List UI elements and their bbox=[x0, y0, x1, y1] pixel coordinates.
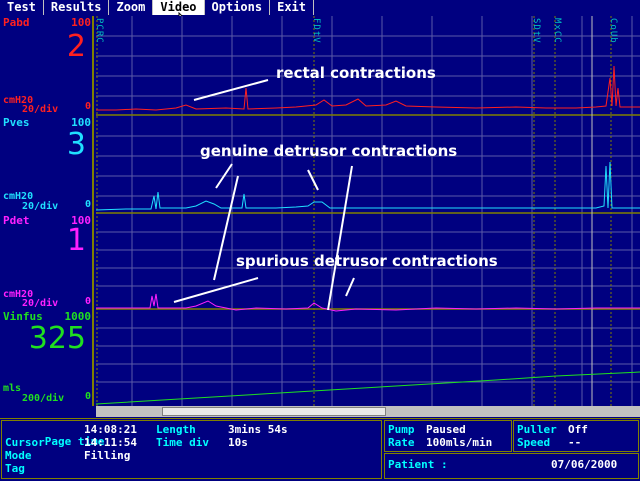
speed-value: -- bbox=[568, 436, 582, 449]
channel-scale: 200/div bbox=[22, 393, 65, 404]
channel-name: Pdet bbox=[3, 214, 30, 227]
patient-label: Patient : bbox=[388, 458, 448, 471]
length-value: 3mins 54s bbox=[228, 423, 288, 436]
event-label: FDtV bbox=[311, 18, 321, 44]
pump-label: Pump bbox=[388, 423, 415, 436]
event-label: SDtV bbox=[531, 18, 541, 44]
puller-label: Puller bbox=[517, 423, 557, 436]
channel-value: 325 bbox=[28, 321, 86, 356]
date-value: 07/06/2000 bbox=[551, 458, 618, 471]
channel-scale: 20/div bbox=[22, 201, 59, 212]
channel-panel: Pabd 100 2 cmH20 20/div 0 Pves 100 3 cmH… bbox=[0, 16, 94, 406]
pump-box: Pump Paused Rate 100mls/min bbox=[384, 420, 512, 452]
menu-bar: Test Results Zoom Video Options Exit bbox=[0, 0, 640, 15]
channel-value: 3 bbox=[66, 127, 86, 162]
mode-label: Mode bbox=[5, 449, 32, 462]
status-panel: Page time 14:08:21 Length 3mins 54s Curs… bbox=[0, 418, 640, 481]
menu-results[interactable]: Results bbox=[44, 0, 110, 15]
annotation-rectal: rectal contractions bbox=[276, 64, 436, 82]
length-label: Length bbox=[156, 423, 196, 436]
mode-value: Filling bbox=[84, 449, 131, 462]
cursor-value: 14:11:54 bbox=[84, 436, 137, 449]
page-time-value: 14:08:21 bbox=[84, 423, 137, 436]
menu-test[interactable]: Test bbox=[0, 0, 44, 15]
trace-plot[interactable]: PCRC FDtV SDtV MxCC CoUb rectal contract… bbox=[94, 16, 640, 406]
channel-max: 100 bbox=[71, 16, 91, 29]
channel-min: 0 bbox=[84, 296, 91, 307]
channel-pdet: Pdet 100 1 cmH20 20/div 0 bbox=[0, 214, 94, 310]
rate-value: 100mls/min bbox=[426, 436, 493, 449]
channel-value: 1 bbox=[66, 223, 86, 258]
menu-exit[interactable]: Exit bbox=[270, 0, 314, 15]
timediv-label: Time div bbox=[156, 436, 209, 449]
vinfus-trace bbox=[96, 371, 640, 405]
puller-box: Puller Off Speed -- bbox=[513, 420, 639, 452]
tag-label: Tag bbox=[5, 462, 25, 475]
annotation-spurious: spurious detrusor contractions bbox=[236, 252, 498, 270]
annotation-genuine: genuine detrusor contractions bbox=[200, 142, 458, 160]
horizontal-scrollbar[interactable] bbox=[96, 406, 640, 417]
pump-value: Paused bbox=[426, 423, 466, 436]
channel-pves: Pves 100 3 cmH20 20/div 0 bbox=[0, 116, 94, 214]
cursor-label: Cursor bbox=[5, 436, 45, 449]
puller-value: Off bbox=[568, 423, 588, 436]
rate-label: Rate bbox=[388, 436, 415, 449]
channel-scale: 20/div bbox=[22, 298, 59, 309]
channel-value: 2 bbox=[66, 29, 86, 64]
timediv-value: 10s bbox=[228, 436, 248, 449]
channel-scale: 20/div bbox=[22, 104, 59, 115]
menu-zoom[interactable]: Zoom bbox=[109, 0, 154, 15]
event-label: PCRC bbox=[94, 18, 104, 44]
channel-min: 0 bbox=[84, 101, 91, 112]
channel-min: 0 bbox=[84, 391, 91, 402]
menu-options[interactable]: Options bbox=[205, 0, 271, 15]
channel-name: Pabd bbox=[3, 16, 30, 29]
time-info-box: Page time 14:08:21 Length 3mins 54s Curs… bbox=[1, 420, 382, 479]
speed-label: Speed bbox=[517, 436, 551, 449]
channel-name: Pves bbox=[3, 116, 30, 129]
channel-min: 0 bbox=[84, 199, 91, 210]
channel-pabd: Pabd 100 2 cmH20 20/div 0 bbox=[0, 16, 94, 115]
event-label: CoUb bbox=[608, 18, 618, 44]
event-label: MxCC bbox=[552, 18, 562, 44]
patient-box: Patient : 07/06/2000 bbox=[384, 453, 639, 479]
channel-vinfus: Vinfus 1000 325 mls 200/div 0 bbox=[0, 310, 94, 406]
channel-unit: mls bbox=[3, 383, 22, 394]
pves-trace bbox=[96, 161, 640, 211]
scrollbar-thumb[interactable] bbox=[162, 407, 386, 416]
